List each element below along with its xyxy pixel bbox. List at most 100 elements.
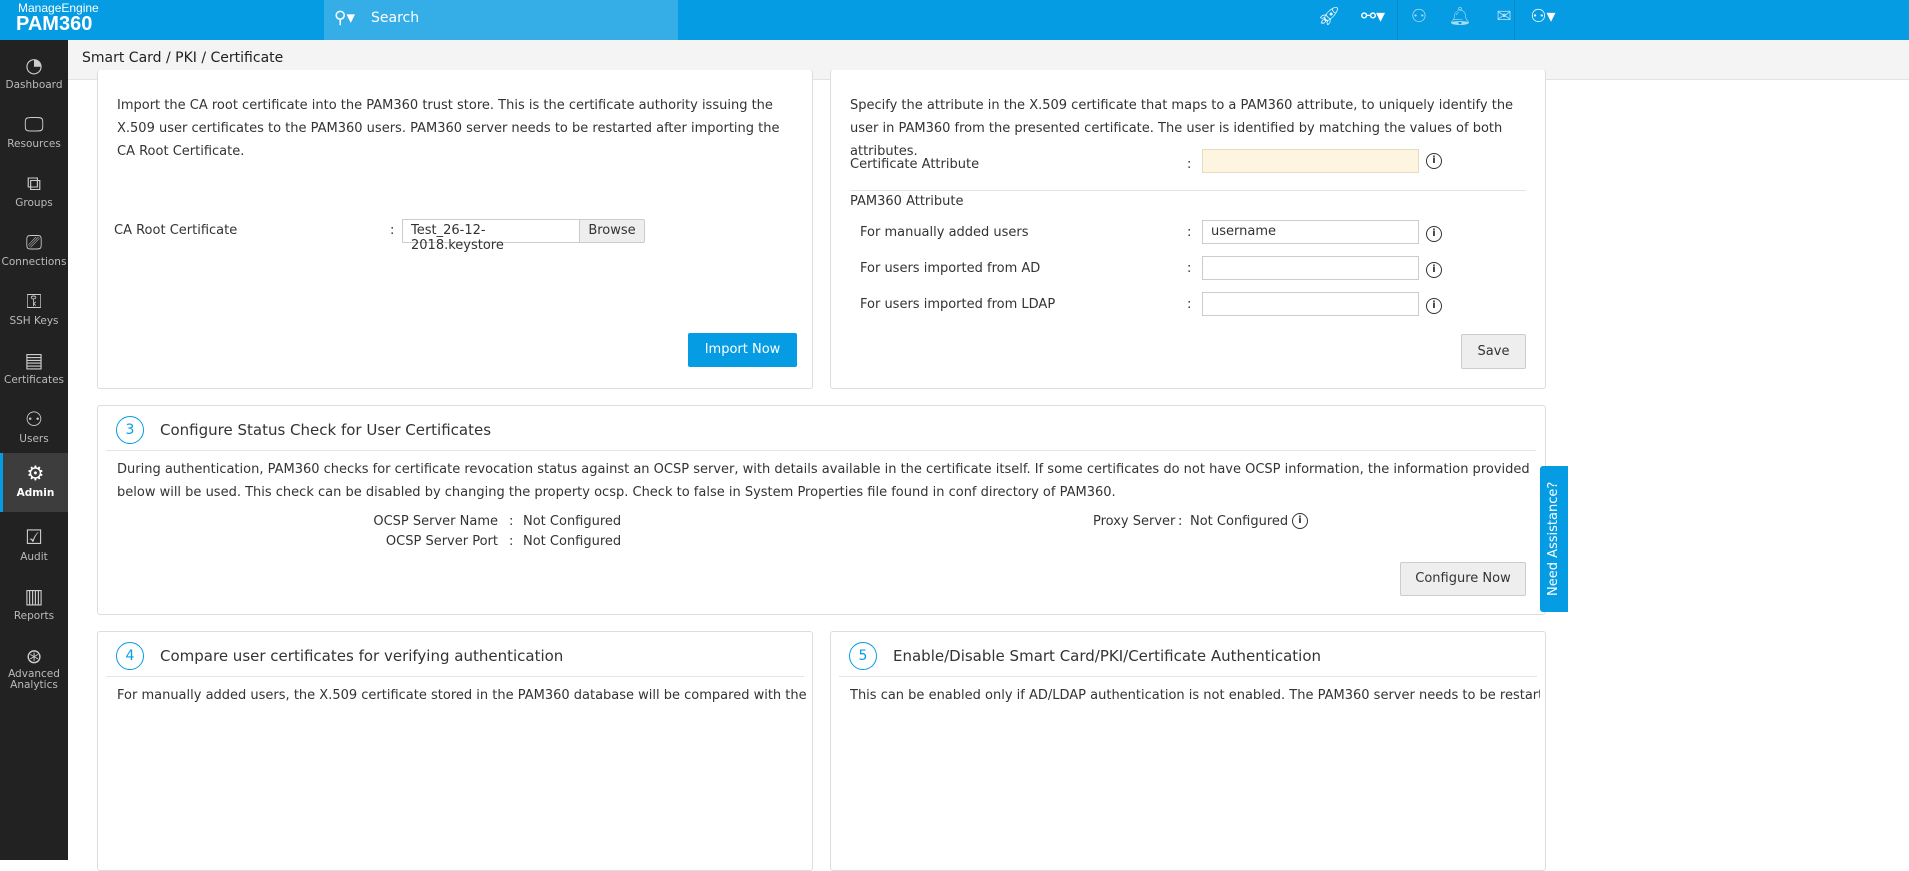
divider (839, 676, 1537, 677)
colon: : (1187, 297, 1192, 312)
manual-users-label: For manually added users (860, 225, 1029, 240)
import-ca-panel: Import the CA root certificate into the … (97, 70, 813, 389)
proxy-server-value: Not Configured (1190, 514, 1289, 529)
ocsp-name-label: OCSP Server Name (373, 514, 498, 529)
sidebar-label: SSH Keys (9, 315, 59, 327)
clipboard-check-icon: ☑ (25, 525, 43, 549)
ad-users-input[interactable] (1202, 256, 1419, 280)
import-ca-description: Import the CA root certificate into the … (117, 98, 780, 159)
enable-description: This can be enabled only if AD/LDAP auth… (850, 688, 1540, 703)
sidebar-item-admin[interactable]: ⚙ Admin (0, 453, 68, 512)
connections-icon: ⎚ (26, 230, 42, 254)
sidebar-label: Groups (15, 197, 53, 209)
ca-root-label: CA Root Certificate (114, 223, 238, 238)
ocsp-port-value: Not Configured (523, 534, 622, 549)
compare-description: For manually added users, the X.509 cert… (117, 688, 807, 703)
ocsp-name-value: Not Configured (523, 514, 622, 529)
compare-certificates-panel: 4 Compare user certificates for verifyin… (97, 631, 813, 871)
configure-now-button[interactable]: Configure Now (1400, 562, 1526, 596)
certificate-attribute-label: Certificate Attribute (850, 157, 980, 172)
proxy-server-label: Proxy Server (1093, 514, 1176, 529)
sidebar-item-advanced-analytics[interactable]: ⊛ Advanced Analytics (0, 635, 68, 694)
analytics-icon: ⊛ (25, 644, 43, 668)
attribute-description: Specify the attribute in the X.509 certi… (850, 98, 1514, 159)
sidebar-label: Users (19, 433, 49, 445)
info-icon[interactable]: i (1426, 298, 1442, 314)
user-icon: ⚇ (25, 407, 43, 431)
colon: : (1187, 225, 1192, 240)
sidebar-label: Advanced Analytics (8, 668, 60, 691)
import-now-button[interactable]: Import Now (688, 333, 797, 367)
sidebar-item-groups[interactable]: ⧉ Groups (0, 163, 68, 222)
sidebar-label: Audit (20, 551, 48, 563)
sidebar: ◔ Dashboard 🖵 Resources ⧉ Groups ⎚ Connectio… (0, 40, 68, 860)
monitor-icon: 🖵 (24, 112, 44, 136)
sidebar-label: Dashboard (5, 79, 63, 91)
info-icon[interactable]: i (1292, 513, 1308, 529)
key-icon: ⚿ (26, 289, 42, 313)
panel-title: Enable/Disable Smart Card/PKI/Certificat… (893, 647, 1321, 665)
colon: : (1178, 514, 1183, 529)
colon: : (509, 534, 514, 549)
info-icon[interactable]: i (1426, 153, 1442, 169)
sidebar-label: Certificates (3, 374, 64, 386)
status-check-panel: 3 Configure Status Check for User Certif… (97, 405, 1546, 615)
groups-icon: ⧉ (26, 171, 42, 195)
pam360-attribute-heading: PAM360 Attribute (850, 194, 964, 209)
ocsp-port-label: OCSP Server Port (385, 534, 498, 549)
step-number: 5 (849, 642, 877, 670)
ldap-users-label: For users imported from LDAP (860, 297, 1056, 312)
certificate-icon: ▤ (24, 348, 44, 372)
browse-button[interactable]: Browse (579, 219, 645, 243)
sidebar-item-certificates[interactable]: ▤ Certificates (0, 340, 68, 399)
rocket-icon[interactable]: 🚀︎ (1316, 6, 1342, 27)
search-input[interactable]: Search (371, 10, 419, 26)
sidebar-label: Resources (7, 138, 61, 150)
sidebar-item-connections[interactable]: ⎚ Connections (0, 222, 68, 281)
need-assistance-tab[interactable]: Need Assistance? (1540, 466, 1568, 612)
info-icon[interactable]: i (1426, 226, 1442, 242)
enable-disable-panel: 5 Enable/Disable Smart Card/PKI/Certific… (830, 631, 1546, 871)
save-button[interactable]: Save (1461, 334, 1526, 369)
sidebar-item-audit[interactable]: ☑ Audit (0, 517, 68, 576)
attribute-mapping-panel: Specify the attribute in the X.509 certi… (830, 70, 1546, 389)
sidebar-item-ssh-keys[interactable]: ⚿ SSH Keys (0, 281, 68, 340)
sidebar-label: Reports (13, 610, 55, 622)
colon: : (390, 223, 395, 238)
divider (850, 190, 1526, 191)
colon: : (1187, 157, 1192, 172)
bar-chart-icon: ▥ (24, 584, 44, 608)
user-star-icon[interactable]: ⚇ (1406, 6, 1432, 27)
certificate-attribute-input[interactable] (1202, 149, 1419, 173)
link-icon[interactable]: ⚯▾ (1360, 6, 1386, 27)
step-number: 3 (116, 416, 144, 444)
panel-title: Compare user certificates for verifying … (160, 647, 564, 665)
sidebar-item-resources[interactable]: 🖵 Resources (0, 104, 68, 163)
brand-logo[interactable]: PAM360 (16, 13, 92, 36)
ca-root-file-input[interactable]: Test_26-12-2018.keystore (402, 219, 580, 253)
divider (106, 450, 1536, 451)
search-icon[interactable]: ⚲▾ (334, 8, 355, 28)
sidebar-item-users[interactable]: ⚇ Users (0, 399, 68, 458)
search-bar[interactable]: ⚲▾ Search (324, 0, 678, 40)
manual-users-input[interactable]: username (1202, 220, 1419, 244)
page-title: Smart Card / PKI / Certificate (82, 50, 284, 66)
ldap-users-input[interactable] (1202, 292, 1419, 316)
divider (1514, 0, 1515, 40)
info-icon[interactable]: i (1426, 262, 1442, 278)
colon: : (509, 514, 514, 529)
divider (1397, 0, 1398, 40)
bell-icon[interactable]: 🔔︎ (1447, 6, 1473, 27)
sidebar-item-reports[interactable]: ▥ Reports (0, 576, 68, 635)
sidebar-label: Admin (16, 487, 55, 499)
top-bar: ManageEngine PAM360 ⚲▾ Search 🚀︎ ⚯▾ ⚇ 🔔︎… (0, 0, 1909, 40)
colon: : (1187, 261, 1192, 276)
ad-users-label: For users imported from AD (860, 261, 1041, 276)
user-profile-icon[interactable]: ⚇▾ (1530, 6, 1556, 27)
gear-icon: ⚙ (26, 461, 45, 485)
step-number: 4 (116, 642, 144, 670)
sidebar-item-dashboard[interactable]: ◔ Dashboard (0, 45, 68, 104)
dashboard-icon: ◔ (25, 53, 43, 77)
divider (106, 676, 804, 677)
sidebar-label: Connections (1, 256, 67, 268)
